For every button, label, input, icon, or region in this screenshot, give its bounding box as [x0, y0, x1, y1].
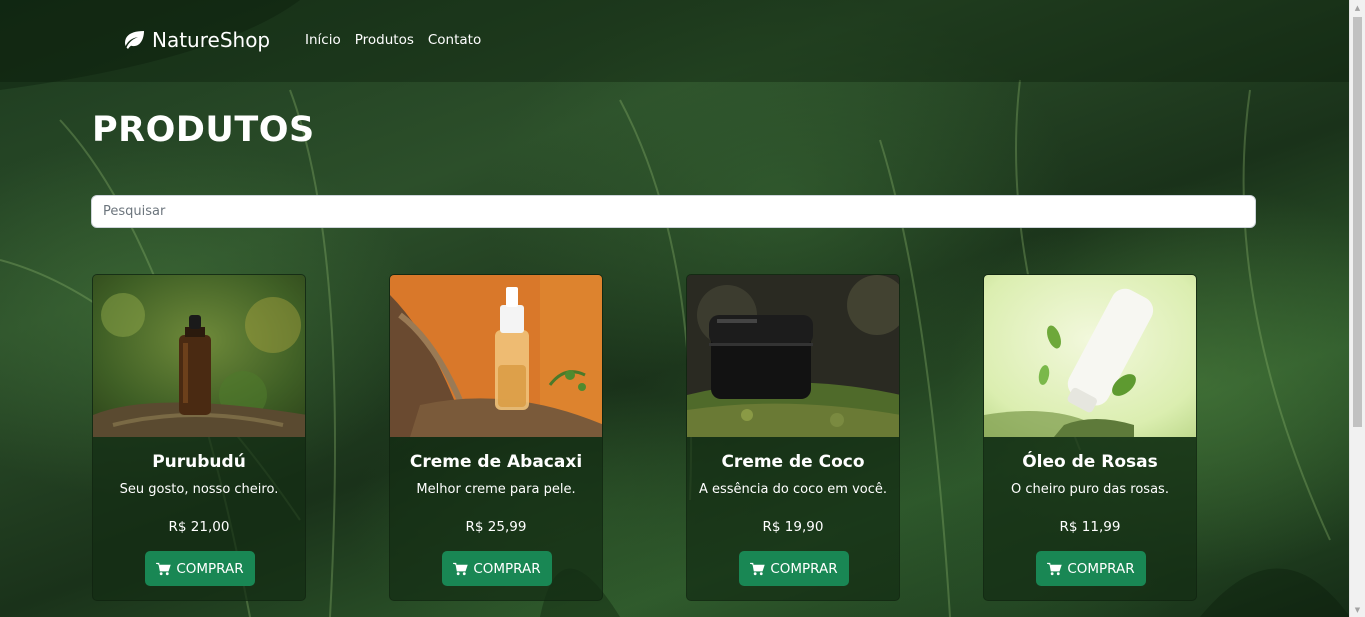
brand-logo[interactable]: NatureShop — [122, 28, 270, 52]
scroll-down-arrow-icon[interactable]: ▼ — [1350, 602, 1365, 617]
white-tube-image — [984, 275, 1196, 437]
product-price: R$ 21,00 — [168, 519, 230, 535]
cart-icon — [1047, 562, 1063, 575]
navbar: NatureShop Início Produtos Contato — [0, 0, 1350, 82]
buy-button-label: COMPRAR — [473, 560, 541, 577]
product-card: Óleo de Rosas O cheiro puro das rosas. R… — [983, 274, 1197, 601]
black-jar-image — [687, 275, 899, 437]
product-image — [687, 275, 899, 437]
pump-bottle-image — [390, 275, 602, 437]
product-description: Melhor creme para pele. — [416, 482, 576, 497]
product-description: Seu gosto, nosso cheiro. — [119, 482, 279, 497]
product-description: O cheiro puro das rosas. — [1011, 482, 1169, 497]
product-image — [93, 275, 305, 437]
nav-link-inicio[interactable]: Início — [305, 32, 341, 48]
product-image — [390, 275, 602, 437]
brand-name: NatureShop — [152, 28, 271, 52]
product-image — [984, 275, 1196, 437]
product-price: R$ 11,99 — [1059, 519, 1121, 535]
product-description: A essência do coco em você. — [698, 482, 888, 497]
buy-button[interactable]: COMPRAR — [1036, 551, 1146, 586]
nav-link-contato[interactable]: Contato — [428, 32, 481, 48]
cart-icon — [750, 562, 766, 575]
product-price: R$ 19,90 — [762, 519, 824, 535]
buy-button[interactable]: COMPRAR — [442, 551, 552, 586]
scrollbar-thumb[interactable] — [1353, 17, 1362, 427]
buy-button-label: COMPRAR — [1067, 560, 1135, 577]
product-name: Creme de Abacaxi — [409, 452, 583, 472]
leaf-icon — [125, 31, 144, 49]
page-title: PRODUTOS — [92, 110, 315, 150]
scroll-up-arrow-icon[interactable]: ▲ — [1350, 0, 1365, 15]
nav-link-produtos[interactable]: Produtos — [355, 32, 414, 48]
product-price: R$ 25,99 — [465, 519, 527, 535]
nav-links: Início Produtos Contato — [305, 32, 481, 48]
product-card: Creme de Abacaxi Melhor creme para pele.… — [389, 274, 603, 601]
cart-icon — [156, 562, 172, 575]
product-name: Purubudú — [152, 452, 246, 472]
search-input[interactable] — [91, 195, 1256, 228]
page: NatureShop Início Produtos Contato PRODU… — [0, 0, 1365, 617]
product-name: Óleo de Rosas — [1022, 452, 1158, 472]
buy-button[interactable]: COMPRAR — [145, 551, 255, 586]
product-card: Purubudú Seu gosto, nosso cheiro. R$ 21,… — [92, 274, 306, 601]
vertical-scrollbar[interactable]: ▲ ▼ — [1349, 0, 1365, 617]
cart-icon — [453, 562, 469, 575]
buy-button-label: COMPRAR — [770, 560, 838, 577]
product-name: Creme de Coco — [721, 452, 865, 472]
product-card: Creme de Coco A essência do coco em você… — [686, 274, 900, 601]
buy-button-label: COMPRAR — [176, 560, 244, 577]
buy-button[interactable]: COMPRAR — [739, 551, 849, 586]
product-grid: Purubudú Seu gosto, nosso cheiro. R$ 21,… — [92, 274, 1197, 601]
amber-bottle-image — [93, 275, 305, 437]
